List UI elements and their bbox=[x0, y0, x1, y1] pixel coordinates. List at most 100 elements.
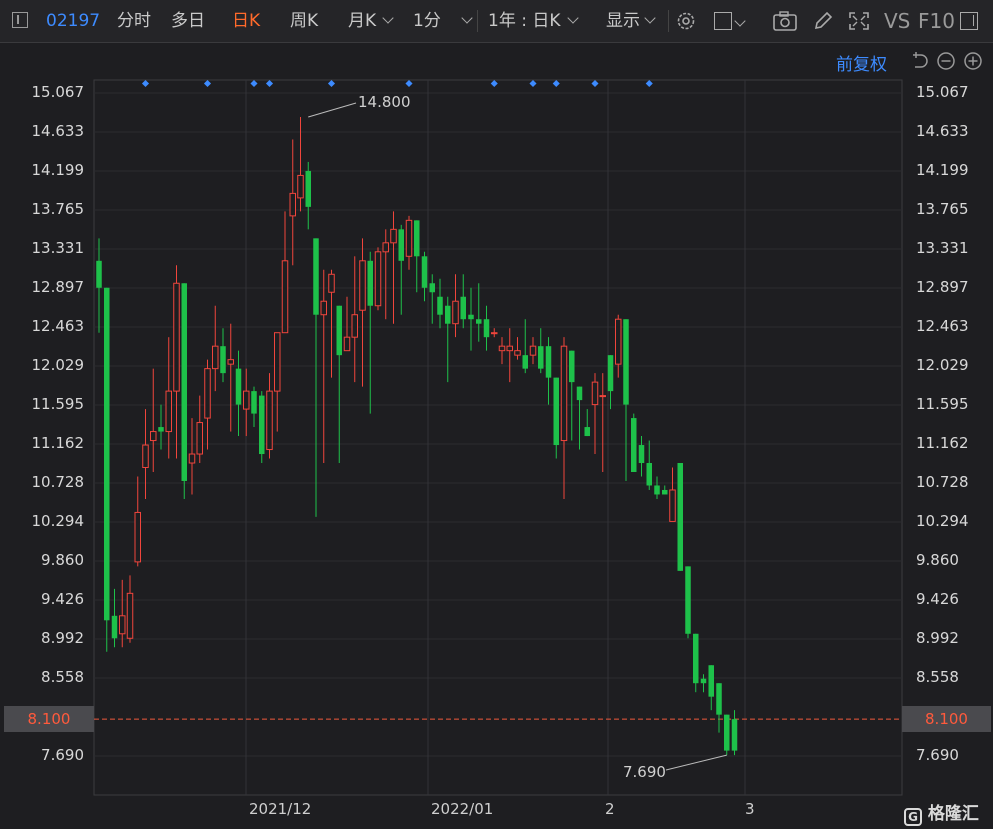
candle-body-up bbox=[274, 332, 281, 392]
candle-body-up bbox=[498, 345, 506, 352]
candle-body-up bbox=[529, 345, 537, 356]
y-tick-label-right: 14.633 bbox=[916, 122, 969, 140]
min-price-label: 7.690 bbox=[623, 763, 666, 781]
gelonghui-logo: G 格隆汇 bbox=[904, 799, 979, 826]
y-tick-label-left: 14.199 bbox=[31, 161, 85, 179]
y-tick-label-left: 15.067 bbox=[31, 83, 85, 101]
event-marker bbox=[327, 79, 336, 88]
candle-body-down bbox=[414, 220, 420, 257]
y-tick-label-left: 14.633 bbox=[31, 122, 85, 140]
candle-body-down bbox=[646, 463, 652, 486]
candle-body-down bbox=[336, 305, 342, 356]
y-tick-label-left: 9.426 bbox=[41, 589, 84, 608]
candle-body-up bbox=[514, 350, 521, 356]
y-tick-label-right: 7.690 bbox=[916, 746, 959, 764]
candle-body-down bbox=[96, 260, 102, 288]
candle-body-up bbox=[126, 592, 134, 639]
y-tick-label-left: 11.595 bbox=[31, 395, 85, 414]
candle-body-up bbox=[320, 300, 327, 316]
candle-body-down bbox=[553, 377, 559, 446]
candle-body-down bbox=[235, 368, 242, 405]
y-tick-label-right: 13.331 bbox=[916, 239, 969, 258]
event-marker bbox=[645, 79, 653, 88]
candle-body-down bbox=[104, 287, 110, 621]
event-marker bbox=[529, 79, 537, 88]
event-marker bbox=[490, 79, 498, 88]
candle-body-up bbox=[165, 390, 172, 433]
candle-body-up bbox=[134, 511, 141, 563]
candle-body-down bbox=[313, 238, 319, 315]
current-price-tag-left: 8.100 bbox=[4, 706, 94, 732]
candle-body-up bbox=[359, 260, 366, 311]
candle-body-down bbox=[251, 391, 257, 414]
candle-body-down bbox=[724, 714, 730, 751]
candle-body-up bbox=[506, 345, 513, 352]
candle-body-down bbox=[576, 386, 583, 401]
y-tick-label-right: 9.426 bbox=[916, 589, 959, 608]
candle-body-down bbox=[181, 283, 187, 481]
candle-body-up bbox=[188, 453, 196, 464]
candle-body-down bbox=[700, 678, 707, 684]
y-tick-label-left: 8.558 bbox=[41, 667, 84, 686]
candle-body-down bbox=[259, 395, 265, 455]
min-leader bbox=[665, 754, 727, 771]
candle-body-up bbox=[452, 300, 459, 325]
candle-body-down bbox=[367, 260, 373, 306]
max-leader bbox=[308, 102, 357, 118]
zoom-out-icon[interactable] bbox=[936, 51, 956, 71]
candle-body-up bbox=[297, 174, 304, 199]
event-marker bbox=[141, 79, 150, 88]
candle-body-up bbox=[351, 314, 358, 338]
candle-body-up bbox=[212, 345, 219, 370]
current-price-tag-right: 8.100 bbox=[902, 706, 991, 732]
candle-body-up bbox=[374, 251, 382, 307]
candle-body-up bbox=[343, 336, 351, 352]
candle-body-up bbox=[173, 282, 180, 392]
candle-body-down bbox=[685, 566, 691, 634]
candle-body-up bbox=[289, 192, 296, 217]
undo-icon[interactable] bbox=[910, 51, 930, 71]
candle-body-down bbox=[476, 319, 482, 324]
plot-border bbox=[93, 79, 903, 796]
candle-body-up bbox=[390, 228, 397, 244]
y-tick-label-right: 12.029 bbox=[916, 356, 969, 375]
event-marker bbox=[552, 79, 560, 88]
candle-body-down bbox=[483, 319, 490, 338]
adjust-mode-button[interactable]: 前复权 bbox=[836, 50, 887, 75]
candle-body-down bbox=[522, 355, 528, 369]
candle-body-down bbox=[111, 615, 118, 639]
x-label-2022-01: 2022/01 bbox=[431, 800, 494, 818]
candle-body-down bbox=[421, 256, 428, 288]
candle-body-up bbox=[328, 273, 335, 293]
candle-body-down bbox=[468, 314, 474, 320]
kline-plot[interactable]: 14.800 7.690 bbox=[0, 0, 993, 829]
y-tick-label-right: 14.199 bbox=[916, 161, 969, 179]
y-tick-label-right: 15.067 bbox=[916, 83, 969, 101]
x-label-mar: 3 bbox=[745, 800, 755, 818]
candle-body-up bbox=[615, 318, 622, 365]
zoom-in-icon[interactable] bbox=[963, 51, 983, 71]
y-tick-label-right: 11.595 bbox=[916, 395, 969, 414]
candle-body-down bbox=[623, 319, 629, 405]
y-tick-label-left: 13.331 bbox=[31, 239, 85, 258]
candle-body-down bbox=[437, 296, 443, 315]
x-label-2021-12: 2021/12 bbox=[249, 800, 312, 818]
y-tick-label-right: 10.294 bbox=[916, 511, 969, 530]
event-marker bbox=[250, 79, 258, 88]
candle-body-up bbox=[669, 489, 676, 522]
candle-body-up bbox=[405, 219, 413, 257]
candle-body-down bbox=[545, 346, 552, 378]
candle-body-down bbox=[716, 683, 722, 715]
candle-body-down bbox=[158, 427, 164, 432]
y-tick-label-left: 11.162 bbox=[31, 433, 85, 452]
y-tick-label-left: 10.728 bbox=[31, 472, 85, 491]
candle-body-up bbox=[382, 242, 389, 253]
y-tick-label-right: 8.992 bbox=[916, 628, 959, 647]
candle-body-down bbox=[693, 633, 699, 684]
candle-body-down bbox=[445, 305, 451, 324]
y-tick-label-right: 8.558 bbox=[916, 667, 959, 686]
event-marker bbox=[265, 79, 274, 88]
candle-body-up bbox=[243, 390, 250, 410]
candle-body-down bbox=[398, 229, 404, 261]
event-marker bbox=[591, 79, 599, 88]
